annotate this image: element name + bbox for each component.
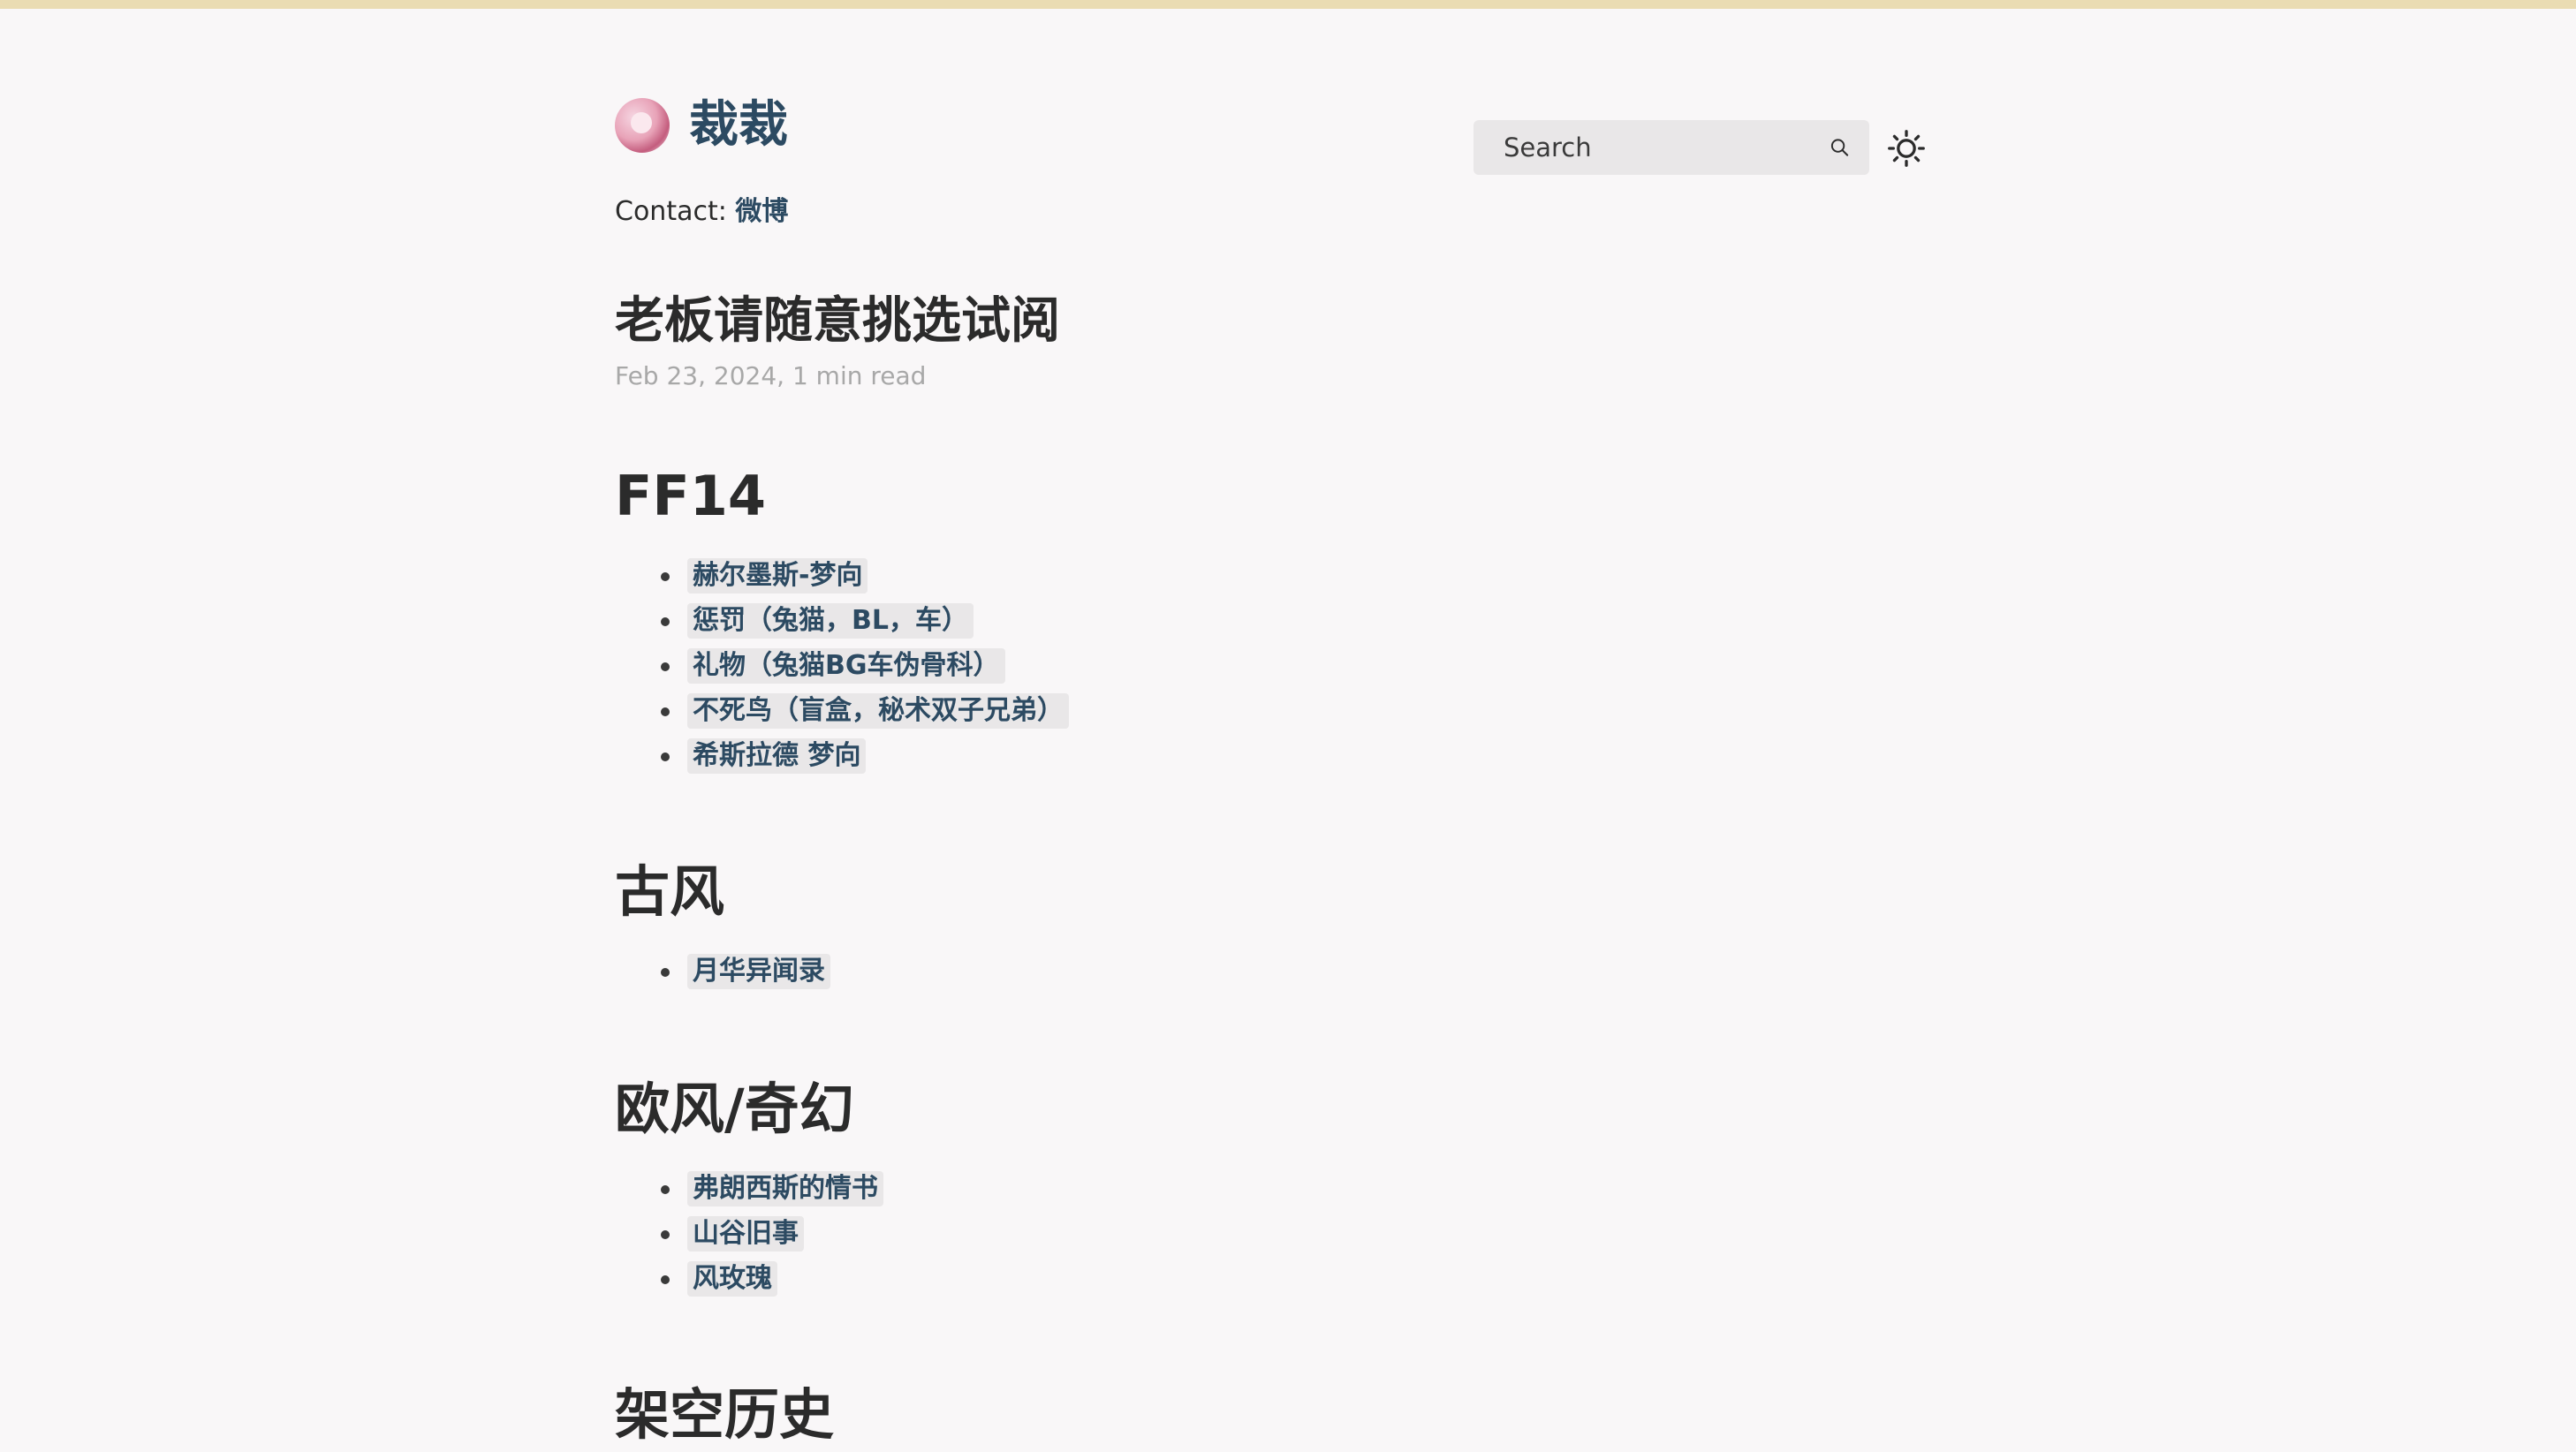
list-item: 希斯拉德 梦向 [615, 733, 1069, 778]
section-gufeng: 古风 月华异闻录 [615, 855, 830, 994]
list-item: 弗朗西斯的情书 [615, 1166, 883, 1211]
list-item: 月华异闻录 [615, 949, 830, 994]
story-link[interactable]: 月华异闻录 [687, 954, 830, 989]
avatar[interactable] [615, 98, 670, 153]
contact-line: Contact: 微博 [615, 193, 788, 231]
section-ff14: FF14 赫尔墨斯-梦向 惩罚（兔猫，BL，车） 礼物（兔猫BG车伪骨科） 不死… [615, 459, 1069, 778]
list-item: 惩罚（兔猫，BL，车） [615, 598, 1069, 643]
list-item: 不死鸟（盲盒，秘术双子兄弟） [615, 688, 1069, 733]
story-link[interactable]: 赫尔墨斯-梦向 [687, 558, 868, 594]
story-link[interactable]: 不死鸟（盲盒，秘术双子兄弟） [687, 693, 1069, 729]
section-heading: FF14 [615, 464, 766, 528]
section-alt-history: 架空历史 [615, 1378, 834, 1452]
story-link[interactable]: 山谷旧事 [687, 1216, 804, 1252]
page-container: 裁裁 Contact: 微博 老板请随意挑选试阅 Feb 23, 2024, 1… [615, 0, 1925, 1447]
site-title[interactable]: 裁裁 [689, 95, 788, 155]
sun-icon[interactable] [1887, 129, 1926, 168]
section-heading: 架空历史 [615, 1382, 835, 1447]
post-meta: Feb 23, 2024, 1 min read [615, 361, 927, 390]
post-title: 老板请随意挑选试阅 [615, 292, 1060, 350]
search-input[interactable] [1502, 132, 1830, 163]
contact-label: Contact: [615, 196, 736, 227]
story-link[interactable]: 惩罚（兔猫，BL，车） [687, 603, 974, 639]
site-header: 裁裁 [615, 95, 788, 155]
story-link[interactable]: 风玫瑰 [687, 1261, 777, 1297]
section-heading: 欧风/奇幻 [615, 1077, 854, 1141]
story-link[interactable]: 希斯拉德 梦向 [687, 738, 867, 774]
list-item: 赫尔墨斯-梦向 [615, 553, 1069, 598]
section-oufeng-fantasy: 欧风/奇幻 弗朗西斯的情书 山谷旧事 风玫瑰 [615, 1072, 883, 1301]
search-box[interactable] [1474, 120, 1869, 175]
search-icon[interactable] [1830, 131, 1850, 164]
list-item: 山谷旧事 [615, 1211, 883, 1256]
story-link[interactable]: 礼物（兔猫BG车伪骨科） [687, 648, 1005, 684]
list-item: 风玫瑰 [615, 1256, 883, 1301]
story-link[interactable]: 弗朗西斯的情书 [687, 1171, 883, 1206]
story-list: 月华异闻录 [615, 949, 830, 994]
weibo-link[interactable]: 微博 [735, 196, 788, 227]
list-item: 礼物（兔猫BG车伪骨科） [615, 643, 1069, 688]
section-heading: 古风 [615, 859, 725, 924]
story-list: 赫尔墨斯-梦向 惩罚（兔猫，BL，车） 礼物（兔猫BG车伪骨科） 不死鸟（盲盒，… [615, 553, 1069, 778]
story-list: 弗朗西斯的情书 山谷旧事 风玫瑰 [615, 1166, 883, 1301]
